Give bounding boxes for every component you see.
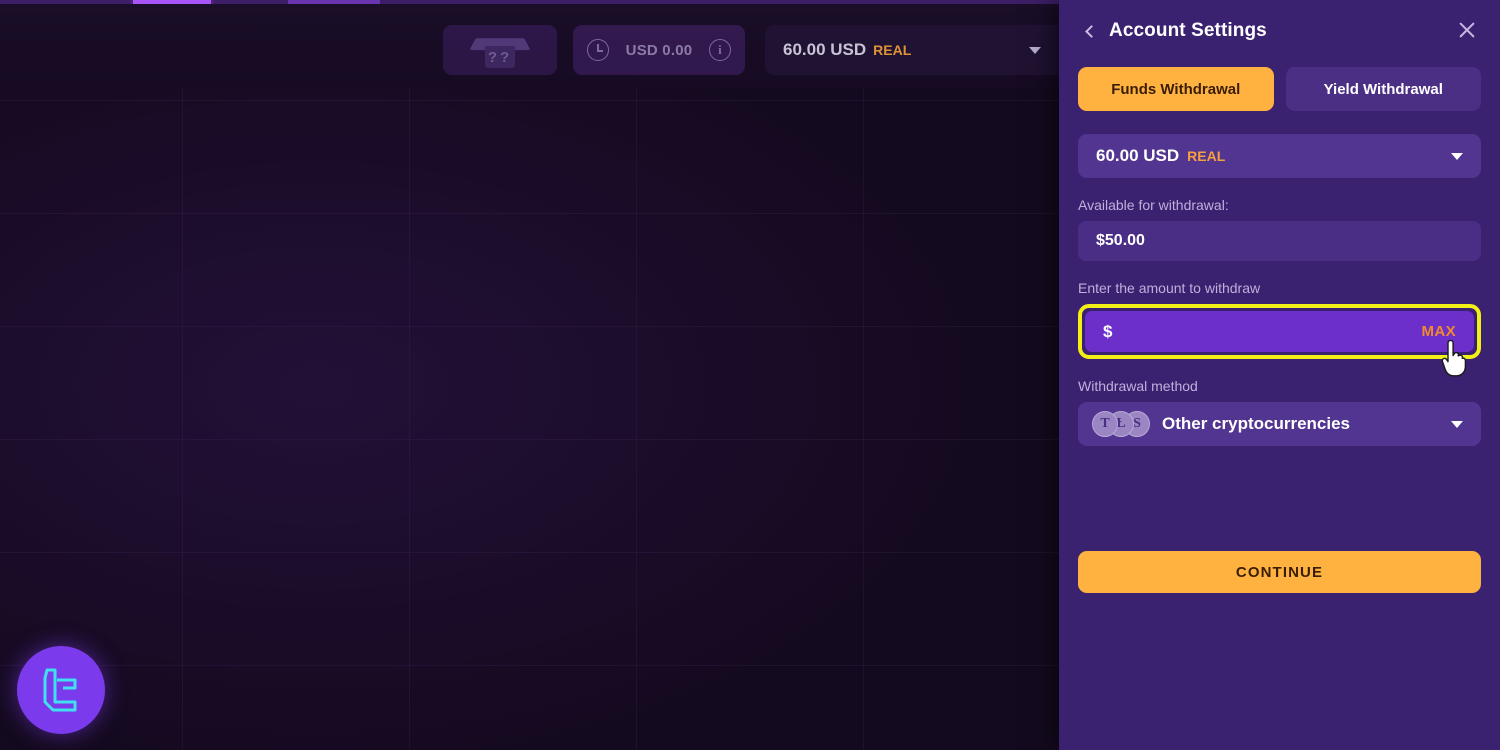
app-toolbar: ?? USD 0.00 i 60.00 USD REAL [0, 4, 1059, 88]
panel-header: Account Settings [1078, 0, 1481, 62]
clock-icon [587, 39, 609, 61]
amount-input-row[interactable]: $ MAX [1085, 311, 1474, 352]
amount-field-highlight: $ MAX [1078, 304, 1481, 359]
available-amount-value: $50.00 [1078, 221, 1481, 261]
brand-logo-glyph [43, 668, 77, 712]
available-label: Available for withdrawal: [1078, 197, 1229, 213]
tutorial-question-marks: ?? [487, 49, 513, 66]
app-background: ?? USD 0.00 i 60.00 USD REAL [0, 0, 1059, 750]
chevron-down-icon [1029, 46, 1041, 54]
account-settings-panel: Account Settings Funds Withdrawal Yield … [1059, 0, 1500, 750]
max-button[interactable]: MAX [1421, 323, 1456, 340]
panel-account-label: 60.00 USD REAL [1096, 146, 1225, 166]
amount-label: Enter the amount to withdraw [1078, 280, 1261, 296]
method-left: S Ł T Other cryptocurrencies [1092, 411, 1350, 437]
info-icon[interactable]: i [708, 39, 731, 61]
tab-funds-withdrawal[interactable]: Funds Withdrawal [1078, 67, 1274, 111]
crypto-coins-icon: S Ł T [1092, 411, 1150, 437]
withdrawal-tabs: Funds Withdrawal Yield Withdrawal [1078, 67, 1481, 111]
chart-grid [0, 88, 1059, 750]
toolbar-account-type: REAL [873, 42, 912, 58]
withdrawal-method-select[interactable]: S Ł T Other cryptocurrencies [1078, 402, 1481, 446]
currency-symbol: $ [1103, 321, 1113, 341]
pending-balance-chip[interactable]: USD 0.00 i [573, 25, 745, 75]
brand-logo[interactable] [17, 646, 105, 734]
continue-button[interactable]: CONTINUE [1078, 551, 1481, 593]
withdrawal-method-value: Other cryptocurrencies [1162, 414, 1351, 433]
amount-input[interactable] [1112, 322, 1422, 341]
panel-account-selector[interactable]: 60.00 USD REAL [1078, 134, 1481, 178]
screen-root: ?? USD 0.00 i 60.00 USD REAL Account Set… [0, 0, 1500, 750]
chevron-down-icon [1451, 152, 1463, 160]
toolbar-account-selector[interactable]: 60.00 USD REAL [765, 25, 1059, 75]
tutorial-button[interactable]: ?? [443, 25, 557, 75]
withdrawal-method-label: Withdrawal method [1078, 378, 1198, 394]
chevron-left-icon [1084, 24, 1098, 38]
close-icon[interactable] [1453, 16, 1481, 44]
page-title: Account Settings [1109, 20, 1267, 41]
chevron-down-icon [1451, 420, 1463, 428]
panel-account-type: REAL [1187, 148, 1226, 164]
coin-tether-icon: T [1092, 411, 1118, 437]
tab-yield-withdrawal[interactable]: Yield Withdrawal [1285, 67, 1481, 111]
toolbar-account-balance: 60.00 USD [783, 40, 867, 59]
graduation-cap-icon: ?? [469, 31, 531, 69]
back-button[interactable] [1078, 16, 1100, 46]
panel-account-balance: 60.00 USD [1096, 146, 1180, 165]
pending-amount-value: USD 0.00 [625, 41, 693, 59]
